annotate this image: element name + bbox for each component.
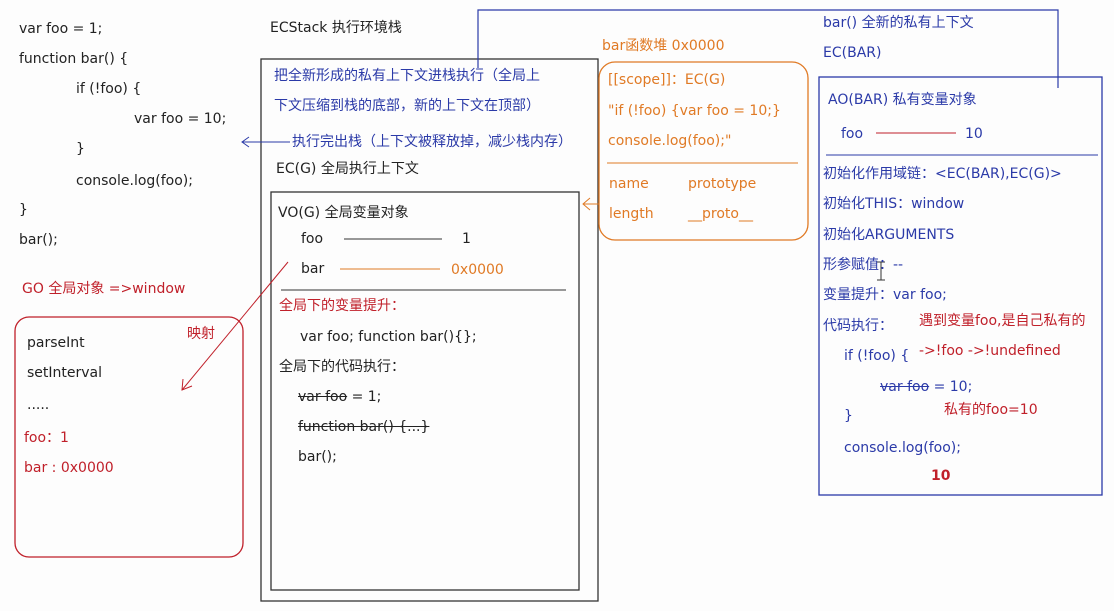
ecstack-note: 把全新形成的私有上下文进栈执行（全局上: [274, 68, 540, 84]
hoist-title: 全局下的变量提升：: [279, 298, 405, 314]
heap-length: length: [609, 206, 654, 222]
go-item: parseInt: [27, 335, 85, 351]
go-bar: bar : 0x0000: [24, 460, 114, 476]
heap-proto: __proto__: [688, 206, 753, 222]
ecstack-note: 下文压缩到栈的底部，新的上下文在顶部）: [274, 98, 540, 114]
ao-title: AO(BAR) 私有变量对象: [828, 92, 977, 108]
console-log-line: console.log(foo);: [844, 440, 961, 456]
if-eval: ->!foo ->!undefined: [919, 343, 1061, 359]
exec-title: 全局下的代码执行：: [279, 359, 405, 375]
init-arguments: 初始化ARGUMENTS: [823, 227, 955, 243]
ecbar-subtitle: EC(BAR): [823, 45, 882, 61]
exec-line-3: bar();: [298, 449, 337, 465]
go-item: .....: [27, 397, 50, 413]
mapping-label: 映射: [187, 326, 215, 342]
heap-name: name: [609, 176, 649, 192]
ecg-title: EC(G) 全局执行上下文: [276, 161, 419, 177]
private-note: 私有的foo=10: [944, 402, 1038, 418]
go-foo: foo：1: [24, 430, 69, 446]
exec-note: 遇到变量foo,是自己私有的: [919, 313, 1086, 329]
exec-line-1: var foo = 1;: [298, 389, 382, 405]
heap-code: "if (!foo) {var foo = 10;}: [608, 103, 781, 119]
scope-chain: 初始化作用域链：<EC(BAR),EC(G)>: [823, 166, 1062, 182]
code-line: if (!foo) {: [76, 81, 142, 97]
vog-foo-name: foo: [301, 231, 324, 247]
code-line: var foo = 10;: [134, 111, 227, 127]
vog-title: VO(G) 全局变量对象: [278, 205, 409, 221]
ao-foo-value: 10: [965, 126, 983, 142]
close-brace: }: [844, 408, 853, 424]
code-line: function bar() {: [19, 51, 129, 67]
ecstack-pop-note: 执行完出栈（上下文被释放掉，减少栈内存）: [292, 134, 572, 150]
ecstack-title: ECStack 执行环境栈: [270, 20, 402, 36]
vog-bar-name: bar: [301, 261, 325, 277]
log-result: 10: [931, 468, 951, 484]
code-exec: 代码执行：: [823, 318, 893, 334]
go-item: setInterval: [27, 365, 103, 381]
ecbar-title: bar() 全新的私有上下文: [823, 15, 974, 31]
code-line: }: [76, 141, 85, 157]
assign-line: var foo = 10;: [880, 379, 973, 395]
heap-scope: [[scope]]：EC(G): [608, 72, 726, 88]
go-title: GO 全局对象 =>window: [22, 281, 186, 297]
exec-line-2: function bar() {...}: [298, 419, 430, 435]
vog-foo-value: 1: [462, 231, 471, 247]
heap-code: console.log(foo);": [608, 133, 732, 149]
code-line: var foo = 1;: [19, 21, 103, 37]
heap-title: bar函数堆 0x0000: [602, 38, 725, 54]
heap-prototype: prototype: [688, 176, 757, 192]
ao-foo-name: foo: [841, 126, 864, 142]
param-assign: 形参赋值：--: [823, 257, 904, 273]
hoist-body: var foo; function bar(){};: [300, 329, 477, 345]
vog-bar-value: 0x0000: [451, 262, 504, 278]
if-line: if (!foo) {: [844, 348, 910, 364]
init-this: 初始化THIS：window: [823, 196, 965, 212]
code-line: bar();: [19, 232, 58, 248]
code-line: }: [19, 202, 28, 218]
code-line: console.log(foo);: [76, 173, 193, 189]
var-hoist: 变量提升：var foo;: [823, 287, 947, 303]
